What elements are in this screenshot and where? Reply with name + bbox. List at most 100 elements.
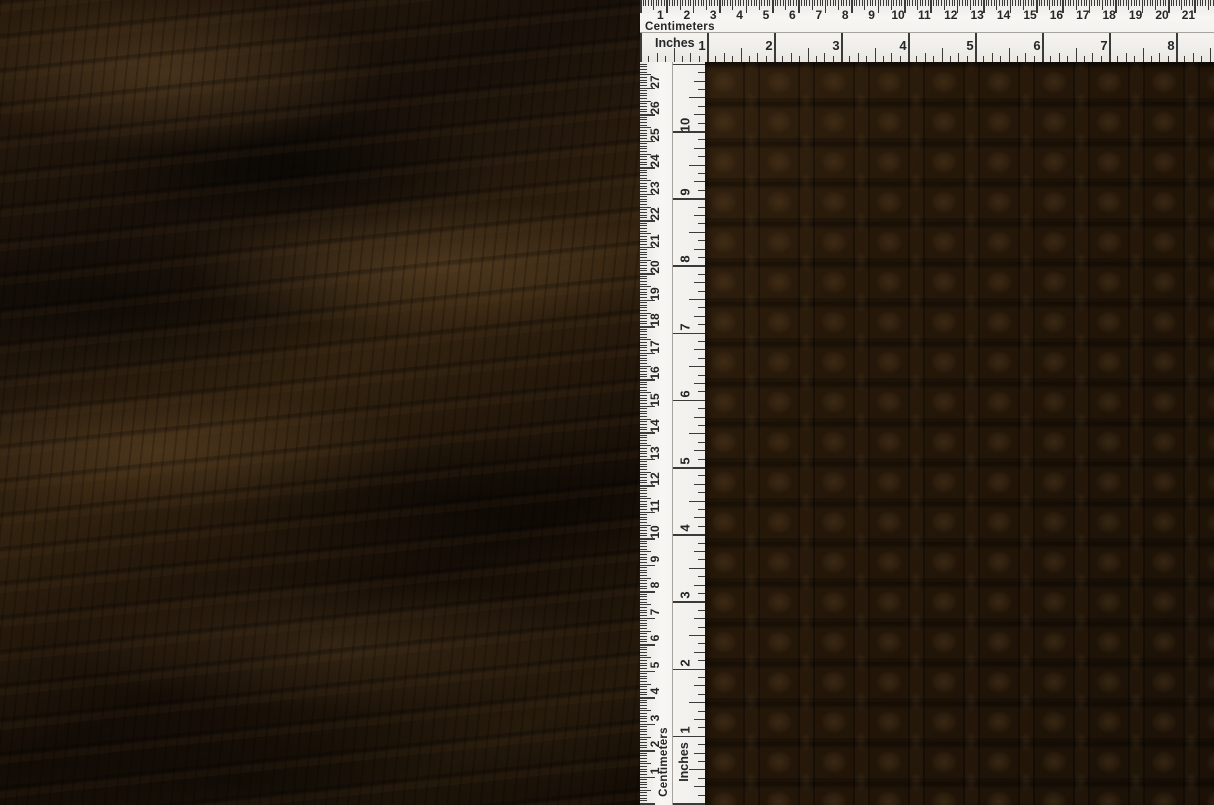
cm-number: 21 (1181, 8, 1196, 22)
cm-tick (640, 424, 647, 426)
cm-tick (1109, 0, 1111, 6)
cm-tick (640, 315, 647, 317)
cm-tick (859, 0, 861, 6)
cm-tick (640, 773, 647, 775)
inch-tick (698, 593, 705, 594)
cm-number: 2 (683, 8, 691, 22)
inch-tick (698, 374, 705, 376)
inch-tick (1008, 48, 1010, 62)
cm-tick (1120, 0, 1122, 6)
cm-tick (650, 0, 652, 6)
cm-tick (869, 0, 871, 6)
cm-tick (640, 596, 647, 598)
cm-tick (640, 503, 647, 505)
cm-tick (1204, 0, 1206, 6)
cm-number: 18 (648, 313, 662, 327)
inch-tick (698, 677, 705, 678)
cm-number: 5 (648, 661, 662, 668)
inch-tick (698, 156, 705, 158)
cm-tick (640, 283, 647, 285)
cm-number: 13 (648, 445, 662, 460)
cm-tick (640, 519, 647, 521)
inch-tick (891, 53, 893, 62)
cm-tick (640, 323, 647, 325)
cm-tick (640, 249, 647, 251)
cm-tick (642, 0, 644, 6)
inch-tick (689, 567, 705, 569)
inch-tick (824, 53, 826, 62)
cm-tick (1144, 0, 1146, 6)
cm-number: 2 (648, 740, 662, 748)
inch-tick (698, 408, 705, 410)
cm-tick (640, 151, 647, 153)
inch-tick (673, 803, 705, 805)
inch-tick (698, 122, 705, 124)
cm-tick (1162, 0, 1164, 6)
inch-tick (694, 215, 705, 216)
inch-tick (694, 450, 705, 452)
cm-tick (640, 715, 647, 717)
inch-tick (673, 668, 705, 671)
cm-tick (1001, 0, 1003, 6)
cm-tick (640, 720, 647, 722)
cm-tick (835, 0, 837, 6)
cm-tick (985, 0, 987, 6)
inch-tick (694, 114, 705, 116)
cm-tick (787, 0, 789, 6)
inch-tick (698, 744, 705, 746)
cm-tick (640, 535, 647, 537)
cm-tick (1178, 0, 1180, 6)
cm-tick (1183, 0, 1185, 6)
cm-tick (803, 0, 805, 6)
cm-tick (640, 625, 647, 627)
inch-tick (694, 752, 705, 754)
cm-tick (640, 543, 647, 545)
cm-tick (640, 331, 647, 333)
cm-tick (719, 0, 721, 13)
cm-tick (977, 0, 979, 6)
cm-tick (640, 665, 647, 667)
cm-tick (640, 116, 647, 118)
cm-tick (640, 159, 647, 161)
cm-tick (640, 657, 651, 659)
inch-number: 1 (698, 38, 706, 53)
cm-tick (640, 673, 647, 675)
inch-tick (991, 53, 993, 62)
cm-tick (1202, 0, 1204, 6)
cm-tick (640, 169, 647, 171)
cm-tick (845, 0, 847, 6)
inch-tick (698, 458, 705, 460)
cm-tick (1125, 0, 1127, 6)
cm-tick (790, 0, 792, 6)
cm-number: 19 (1128, 8, 1143, 22)
cm-tick (640, 474, 647, 476)
cm-tick (1197, 0, 1199, 6)
cm-tick (640, 771, 647, 773)
cm-tick (716, 0, 718, 6)
inch-tick (975, 33, 977, 62)
cm-tick (640, 776, 655, 778)
cm-tick (640, 744, 647, 746)
inch-tick (694, 383, 705, 384)
cm-tick (1165, 0, 1167, 6)
cm-tick (640, 439, 647, 441)
cm-tick (640, 384, 647, 386)
inch-tick (698, 475, 705, 477)
inch-tick (698, 761, 705, 762)
inch-tick (1042, 33, 1044, 62)
cm-tick (679, 0, 681, 10)
cm-tick (640, 265, 647, 267)
cm-tick (640, 575, 647, 577)
cm-tick (640, 349, 647, 351)
cm-tick (640, 270, 647, 272)
cm-tick (708, 0, 710, 6)
cm-tick (640, 400, 647, 402)
cm-tick (640, 699, 647, 701)
cm-tick (640, 755, 647, 757)
cm-tick (640, 421, 647, 423)
cm-number: 21 (648, 233, 662, 248)
cm-tick (1051, 0, 1053, 6)
cm-tick (640, 389, 647, 391)
cm-tick (690, 0, 692, 6)
cm-tick (640, 416, 647, 418)
